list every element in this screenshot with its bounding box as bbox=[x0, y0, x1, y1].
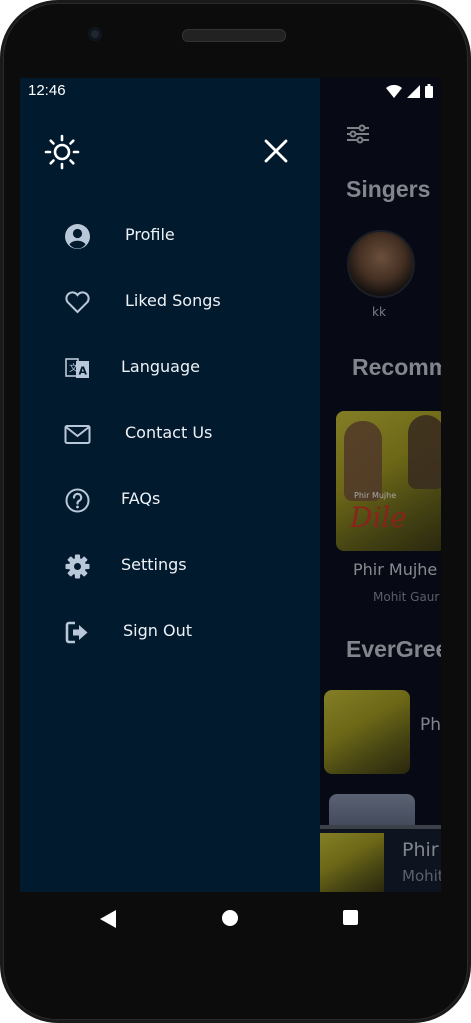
menu-item-label: Settings bbox=[121, 555, 187, 574]
front-camera bbox=[88, 27, 102, 41]
drawer-header bbox=[20, 118, 320, 188]
menu-item-label: Liked Songs bbox=[125, 291, 221, 310]
close-drawer-icon[interactable] bbox=[263, 138, 289, 168]
system-nav-bar bbox=[20, 892, 441, 944]
menu-item-liked-songs[interactable]: Liked Songs bbox=[20, 277, 320, 327]
question-icon bbox=[64, 487, 91, 514]
home-icon[interactable] bbox=[222, 910, 238, 926]
menu-item-sign-out[interactable]: Sign Out bbox=[20, 607, 320, 657]
menu-item-label: Contact Us bbox=[125, 423, 213, 442]
back-icon[interactable] bbox=[100, 910, 116, 932]
navigation-drawer: Profile Liked Songs 文 A Language Contact… bbox=[20, 78, 320, 892]
language-icon: 文 A bbox=[64, 355, 91, 382]
svg-text:A: A bbox=[79, 365, 88, 378]
battery-icon bbox=[425, 83, 433, 102]
status-bar: 12:46 bbox=[20, 78, 441, 104]
status-time: 12:46 bbox=[28, 82, 66, 99]
wifi-icon bbox=[386, 83, 402, 102]
earpiece-speaker bbox=[182, 29, 286, 42]
menu-item-label: Profile bbox=[125, 225, 175, 244]
profile-icon bbox=[64, 223, 91, 250]
menu-item-label: Language bbox=[121, 357, 200, 376]
mail-icon bbox=[64, 421, 91, 448]
sign-out-icon bbox=[64, 619, 91, 646]
recent-apps-icon[interactable] bbox=[343, 910, 358, 925]
menu-item-faqs[interactable]: FAQs bbox=[20, 475, 320, 525]
svg-text:文: 文 bbox=[69, 362, 78, 374]
menu-item-contact-us[interactable]: Contact Us bbox=[20, 409, 320, 459]
signal-icon bbox=[407, 83, 420, 102]
menu-item-profile[interactable]: Profile bbox=[20, 211, 320, 261]
menu-item-label: Sign Out bbox=[123, 621, 192, 640]
menu-item-settings[interactable]: Settings bbox=[20, 541, 320, 591]
gear-icon bbox=[64, 553, 91, 580]
menu-item-label: FAQs bbox=[121, 489, 161, 508]
theme-toggle-sun-icon[interactable] bbox=[44, 134, 80, 174]
phone-frame: Singers kk Recomm Phir Mujhe Dile Phir M… bbox=[0, 0, 471, 1023]
screen: Singers kk Recomm Phir Mujhe Dile Phir M… bbox=[20, 78, 441, 892]
menu-item-language[interactable]: 文 A Language bbox=[20, 343, 320, 393]
heart-icon bbox=[64, 289, 91, 316]
